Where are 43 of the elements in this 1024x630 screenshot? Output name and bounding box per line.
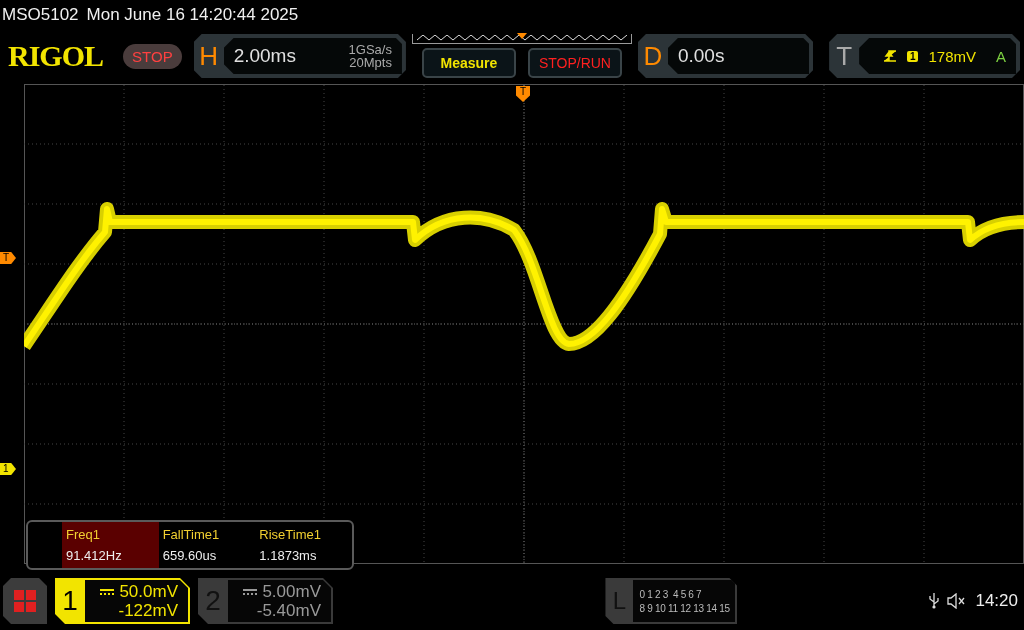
- delay-panel[interactable]: D 0.00s: [637, 34, 814, 78]
- channel-scale: 5.00mV: [262, 582, 321, 601]
- sample-rate: 1GSa/s: [348, 43, 392, 56]
- dc-coupling-icon: [243, 587, 258, 596]
- date-time: Mon June 16 14:20:44 2025: [86, 5, 299, 25]
- horizontal-panel[interactable]: H 2.00ms 1GSa/s 20Mpts: [193, 34, 406, 78]
- trigger-level: 178mV: [928, 47, 976, 65]
- logic-channel-numbers: 8 9 10 11 12 13 14 15: [639, 602, 731, 614]
- dc-coupling-icon: [100, 587, 115, 596]
- delay-label: D: [642, 40, 664, 72]
- brand-logo: RIGOL: [8, 39, 105, 73]
- trigger-level-marker[interactable]: T: [0, 252, 16, 264]
- measurement-name[interactable]: RiseTime1: [259, 527, 352, 542]
- usb-icon: [929, 593, 940, 609]
- position-triangle-icon: [516, 33, 527, 39]
- channel-number: 1: [61, 585, 79, 617]
- channel-offset-marker[interactable]: 1: [0, 463, 16, 475]
- measurement-value: 1.1873ms: [259, 548, 318, 563]
- channel-offset: -5.40mV: [256, 601, 321, 620]
- channel-scale: 50.0mV: [119, 582, 178, 601]
- trigger-position-marker: T: [516, 86, 530, 102]
- stop-run-button[interactable]: STOP/RUN: [527, 48, 622, 78]
- memory-depth: 20Mpts: [349, 56, 392, 69]
- model-name: MSO5102: [2, 5, 79, 25]
- rising-edge-icon: [882, 49, 897, 63]
- timebase-value: 2.00ms: [233, 45, 297, 67]
- channel-panel[interactable]: 1 50.0mV -122mV: [55, 578, 190, 624]
- measurement-value: 91.412Hz: [66, 548, 123, 563]
- menu-button[interactable]: [3, 578, 47, 624]
- trigger-panel[interactable]: T 1 178mV A: [829, 34, 1020, 78]
- logic-channel-numbers: 0 1 2 3 4 5 6 7: [639, 588, 703, 600]
- trigger-label: T: [835, 40, 854, 72]
- horizontal-label: H: [198, 40, 220, 72]
- trigger-source: 1: [906, 50, 919, 62]
- grid-menu-icon: [14, 590, 36, 612]
- trigger-mode: A: [996, 47, 1006, 65]
- channel-offset: -122mV: [118, 601, 178, 620]
- measure-button[interactable]: Measure: [421, 48, 516, 78]
- delay-value: 0.00s: [677, 45, 726, 67]
- measurement-value: 659.60us: [162, 548, 218, 563]
- measurement-name[interactable]: Freq1: [66, 527, 159, 542]
- clock-time: 14:20: [975, 591, 1018, 611]
- measurement-name[interactable]: FallTime1: [162, 527, 256, 542]
